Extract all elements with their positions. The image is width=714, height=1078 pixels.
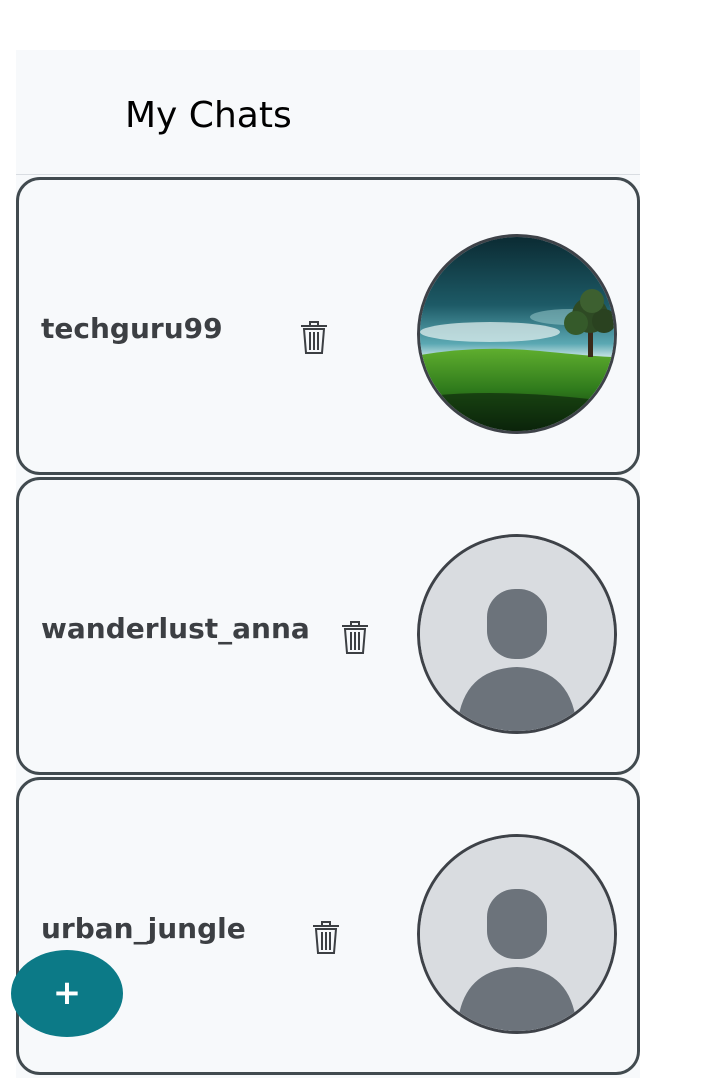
chat-item[interactable]: techguru99 [16, 177, 640, 475]
avatar [417, 534, 617, 734]
new-chat-button[interactable]: + [11, 950, 123, 1037]
avatar [417, 234, 617, 434]
chat-list-panel: My Chats techguru99 wanderlust_anna urba… [16, 50, 640, 1078]
default-person-icon [420, 837, 614, 1031]
chat-item[interactable]: wanderlust_anna [16, 477, 640, 775]
trash-icon[interactable] [311, 920, 341, 956]
trash-icon[interactable] [299, 320, 329, 356]
landscape-photo-icon [420, 237, 614, 431]
page-title: My Chats [125, 95, 292, 136]
chat-name: techguru99 [41, 312, 223, 345]
chat-name: urban_jungle [41, 912, 246, 945]
avatar [417, 834, 617, 1034]
header: My Chats [16, 50, 640, 175]
chat-item[interactable]: urban_jungle [16, 777, 640, 1075]
default-person-icon [420, 537, 614, 731]
chat-name: wanderlust_anna [41, 612, 310, 645]
trash-icon[interactable] [340, 620, 370, 656]
